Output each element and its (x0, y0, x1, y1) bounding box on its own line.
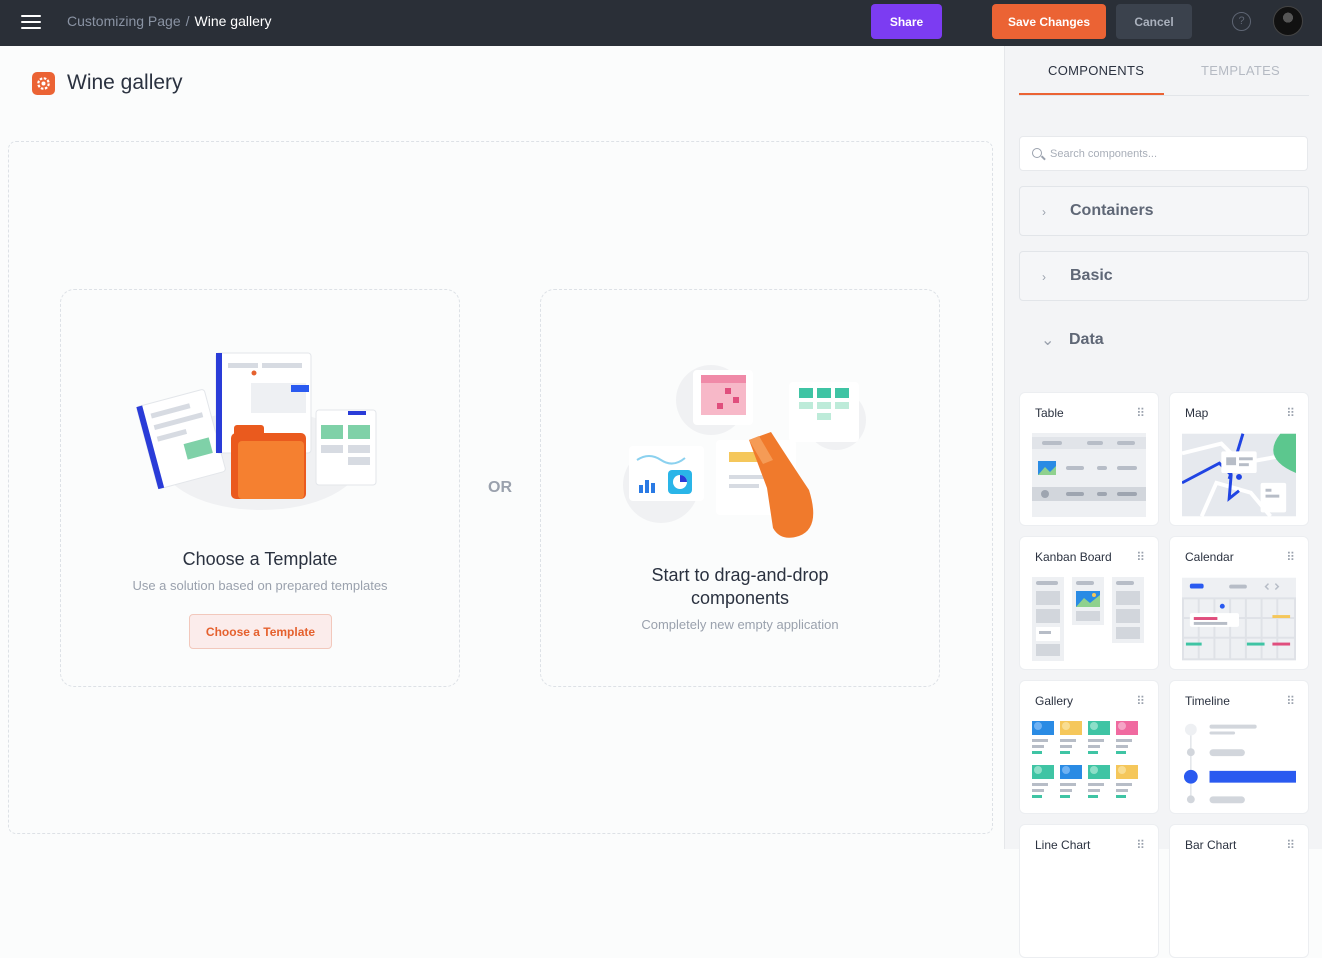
drag-handle-icon[interactable]: ⠿ (1136, 838, 1145, 852)
share-button[interactable]: Share (871, 4, 942, 39)
component-name: Table (1035, 406, 1064, 420)
map-preview (1182, 433, 1296, 517)
choose-template-button[interactable]: Choose a Template (189, 614, 332, 649)
component-name: Line Chart (1035, 838, 1091, 852)
or-separator: OR (488, 479, 512, 496)
drag-handle-icon[interactable]: ⠿ (1136, 550, 1145, 564)
component-name: Calendar (1185, 550, 1234, 564)
drag-handle-icon[interactable]: ⠿ (1136, 694, 1145, 708)
components-panel: COMPONENTS TEMPLATES › Containers › Basi… (1004, 46, 1322, 958)
search-components-input[interactable] (1050, 145, 1300, 163)
drag-handle-icon[interactable]: ⠿ (1286, 694, 1295, 708)
chevron-down-icon: ⌄ (1041, 332, 1055, 349)
choose-template-card[interactable]: Choose a Template Use a solution based o… (60, 289, 460, 687)
breadcrumb-current: Wine gallery (194, 13, 272, 29)
page-title: Wine gallery (67, 71, 183, 94)
drag-and-drop-card[interactable]: Start to drag-and-drop components Comple… (540, 289, 940, 687)
group-basic[interactable]: › Basic (1019, 251, 1309, 301)
component-timeline[interactable]: Timeline ⠿ (1169, 680, 1309, 814)
cancel-button[interactable]: Cancel (1116, 4, 1192, 39)
group-label: Basic (1070, 267, 1113, 284)
drag-drop-title-line1: Start to drag-and-drop (651, 565, 829, 585)
search-box (1019, 136, 1308, 171)
component-name: Bar Chart (1185, 838, 1237, 852)
drag-handle-icon[interactable]: ⠿ (1286, 838, 1295, 852)
component-kanban-board[interactable]: Kanban Board ⠿ (1019, 536, 1159, 670)
component-gallery[interactable]: Gallery ⠿ (1019, 680, 1159, 814)
component-line-chart[interactable]: Line Chart ⠿ (1019, 824, 1159, 958)
gallery-preview (1032, 721, 1138, 798)
group-label: Containers (1070, 202, 1154, 219)
group-containers[interactable]: › Containers (1019, 186, 1309, 236)
drag-drop-illustration (623, 365, 866, 538)
menu-icon[interactable] (21, 13, 41, 31)
avatar[interactable] (1273, 6, 1303, 36)
breadcrumb-parent[interactable]: Customizing Page (67, 13, 181, 29)
calendar-preview (1182, 577, 1296, 661)
gear-icon (32, 72, 55, 95)
choose-template-subtitle: Use a solution based on prepared templat… (132, 578, 388, 593)
search-icon (1032, 148, 1042, 158)
active-tab-indicator (1019, 93, 1164, 95)
table-preview (1032, 433, 1146, 517)
drag-handle-icon[interactable]: ⠿ (1286, 406, 1295, 420)
save-changes-button[interactable]: Save Changes (992, 4, 1106, 39)
component-table[interactable]: Table ⠿ (1019, 392, 1159, 526)
component-name: Map (1185, 406, 1209, 420)
breadcrumb: Customizing Page / Wine gallery (67, 13, 272, 29)
component-name: Gallery (1035, 694, 1074, 708)
component-name: Timeline (1185, 694, 1230, 708)
drag-handle-icon[interactable]: ⠿ (1136, 406, 1145, 420)
component-map[interactable]: Map ⠿ (1169, 392, 1309, 526)
chevron-right-icon: › (1042, 205, 1046, 219)
template-illustration (136, 352, 377, 510)
drag-handle-icon[interactable]: ⠿ (1286, 550, 1295, 564)
choose-template-title: Choose a Template (182, 549, 338, 569)
help-icon[interactable]: ? (1232, 12, 1251, 31)
drag-drop-title-line2: components (690, 588, 790, 608)
timeline-preview (1183, 723, 1296, 804)
component-calendar[interactable]: Calendar ⠿ (1169, 536, 1309, 670)
component-bar-chart[interactable]: Bar Chart ⠿ (1169, 824, 1309, 958)
group-label: Data (1069, 331, 1104, 348)
component-name: Kanban Board (1035, 550, 1112, 564)
chevron-right-icon: › (1042, 270, 1046, 284)
top-bar: Customizing Page / Wine gallery Share Save… (0, 0, 1322, 46)
tab-divider (1019, 95, 1309, 96)
drag-drop-subtitle: Completely new empty application (641, 617, 839, 632)
tab-components[interactable]: COMPONENTS (1048, 63, 1144, 78)
breadcrumb-separator: / (185, 13, 190, 29)
kanban-preview (1032, 577, 1144, 661)
group-data[interactable]: ⌄ Data (1019, 316, 1309, 366)
tab-templates[interactable]: TEMPLATES (1201, 63, 1280, 78)
